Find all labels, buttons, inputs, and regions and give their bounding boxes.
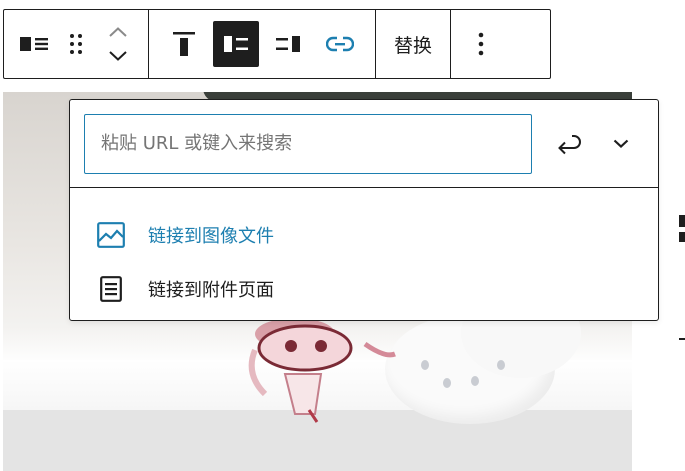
align-left-button[interactable] (213, 21, 259, 67)
image-snowman-button (471, 376, 479, 386)
link-search-row (70, 100, 658, 188)
image-snowman-button (421, 360, 429, 370)
align-right-icon (276, 36, 300, 52)
link-button[interactable] (317, 21, 363, 67)
link-popover: 链接到图像文件 链接到附件页面 (69, 99, 659, 321)
suggestion-link-attachment-page[interactable]: 链接到附件页面 (70, 262, 658, 316)
block-type-button[interactable] (16, 21, 52, 67)
drag-handle[interactable] (58, 21, 94, 67)
suggestion-label: 链接到附件页面 (148, 280, 274, 301)
toolbar-group-block (4, 10, 149, 78)
image-icon (96, 220, 126, 250)
toolbar-group-replace: 替换 (376, 10, 452, 78)
align-top-icon (173, 32, 195, 56)
clipped-text-fragment (679, 215, 685, 227)
chevron-down-icon (109, 51, 127, 61)
suggestion-link-image-file[interactable]: 链接到图像文件 (70, 208, 658, 262)
clipped-text-fragment (679, 232, 685, 242)
align-left-icon (224, 36, 248, 52)
align-left-image-icon (20, 37, 48, 51)
clipped-text-fragment (679, 338, 685, 340)
image-snowman-button (443, 378, 451, 388)
suggestion-label: 链接到图像文件 (148, 226, 274, 247)
link-submit-button[interactable] (546, 121, 592, 167)
drag-handle-icon (70, 34, 82, 54)
enter-return-icon (558, 134, 581, 154)
move-down-button[interactable] (100, 46, 136, 66)
block-toolbar: 替换 (3, 9, 551, 79)
align-top-button[interactable] (161, 21, 207, 67)
chevron-up-icon (109, 27, 127, 37)
chevron-down-icon (613, 139, 629, 148)
block-mover (100, 21, 136, 67)
link-suggestions: 链接到图像文件 链接到附件页面 (70, 188, 658, 316)
move-up-button[interactable] (100, 22, 136, 42)
image-snowman-button (497, 360, 505, 370)
link-settings-toggle[interactable] (598, 121, 644, 167)
toolbar-group-align (149, 10, 376, 78)
more-options-button[interactable] (463, 21, 499, 67)
align-right-button[interactable] (265, 21, 311, 67)
link-search-input[interactable] (84, 113, 532, 174)
toolbar-group-more (451, 10, 511, 78)
page-icon (96, 274, 126, 304)
more-vertical-icon (478, 32, 484, 56)
link-icon (326, 36, 354, 52)
replace-button[interactable]: 替换 (388, 21, 438, 67)
image-chibi-character (248, 318, 396, 423)
